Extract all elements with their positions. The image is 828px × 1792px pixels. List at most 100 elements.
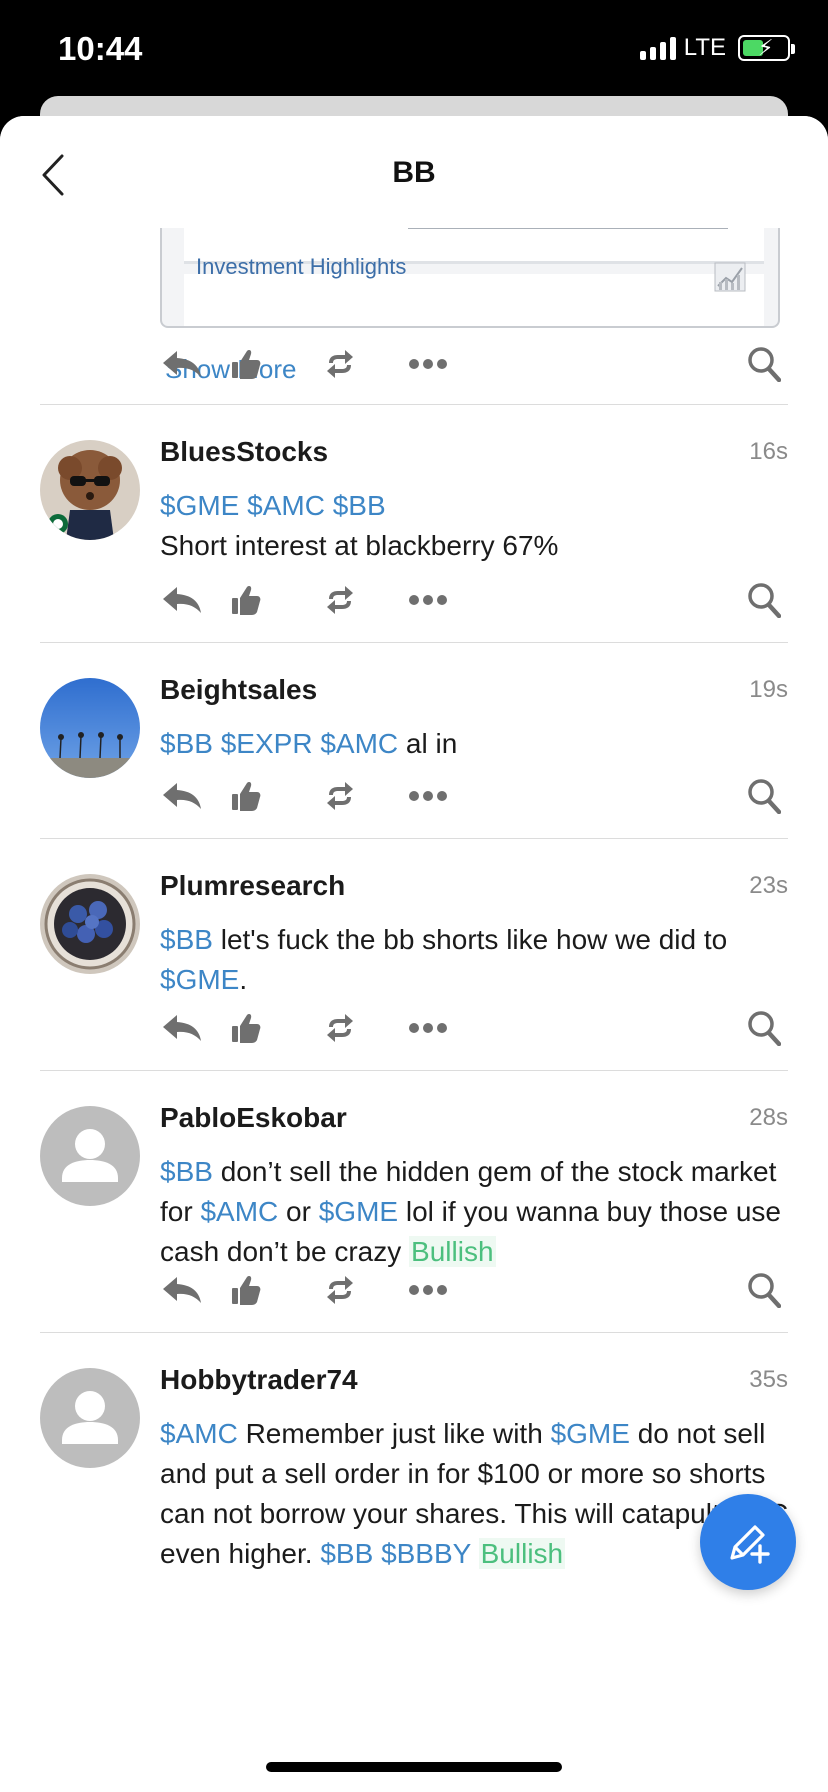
- reshare-icon: [327, 782, 353, 810]
- ticker-stream-sheet: BB Investment Highlights Show More Blues…: [0, 116, 828, 1792]
- message-text: [213, 728, 221, 759]
- message-text: let's fuck the bb shorts like how we did…: [212, 924, 728, 955]
- feed-divider: [40, 1332, 788, 1333]
- like-button[interactable]: [224, 342, 268, 386]
- avatar-dog-sunglasses[interactable]: [40, 440, 140, 540]
- message-body: $AMC Remember just like with $GME do not…: [160, 1414, 790, 1574]
- message-action-bar: [160, 342, 788, 386]
- reshare-icon: [327, 1276, 353, 1304]
- ticker-link[interactable]: $GME: [551, 1418, 630, 1449]
- ticker-link[interactable]: $GME: [160, 964, 239, 995]
- message-text: Short interest at blackberry 67%: [160, 530, 559, 561]
- avatar-default-person[interactable]: [40, 1106, 140, 1206]
- more-button[interactable]: [406, 578, 450, 622]
- avatar-plums-bowl[interactable]: [40, 874, 140, 974]
- nav-bar: BB: [0, 116, 828, 228]
- like-icon: [232, 350, 261, 379]
- search-button[interactable]: [742, 1268, 786, 1312]
- status-time: 10:44: [58, 30, 143, 67]
- ticker-link[interactable]: $BB: [160, 924, 213, 955]
- message-body: $BB let's fuck the bb shorts like how we…: [160, 920, 790, 1000]
- username[interactable]: Hobbytrader74: [160, 1364, 358, 1396]
- username[interactable]: Beightsales: [160, 674, 317, 706]
- message-body: $BB $EXPR $AMC al in: [160, 724, 790, 764]
- reply-button[interactable]: [160, 578, 204, 622]
- message-text: [325, 490, 333, 521]
- search-icon: [748, 1011, 781, 1046]
- reshare-icon: [327, 1014, 353, 1042]
- search-button[interactable]: [742, 578, 786, 622]
- reply-icon: [163, 1015, 201, 1041]
- ticker-link[interactable]: $AMC: [320, 728, 398, 759]
- compose-button[interactable]: [700, 1494, 796, 1590]
- reply-icon: [163, 587, 201, 613]
- compose-icon: [730, 1525, 770, 1564]
- ticker-link[interactable]: $AMC: [200, 1196, 278, 1227]
- message-text: .: [239, 964, 248, 995]
- chart-icon: [714, 262, 746, 292]
- ticker-link[interactable]: $EXPR: [221, 728, 313, 759]
- ticker-link[interactable]: $BBBY: [381, 1538, 471, 1569]
- more-button[interactable]: [406, 774, 450, 818]
- like-icon: [232, 782, 261, 811]
- search-icon: [748, 1273, 781, 1308]
- status-bar: 10:44 LTE ⚡: [0, 0, 828, 110]
- ticker-link[interactable]: $BB: [160, 1156, 213, 1187]
- ticker-link[interactable]: $BB: [320, 1538, 373, 1569]
- search-button[interactable]: [742, 774, 786, 818]
- avatar-default-person[interactable]: [40, 1368, 140, 1468]
- reshare-button[interactable]: [318, 342, 362, 386]
- username[interactable]: BluesStocks: [160, 436, 328, 468]
- home-indicator: [266, 1762, 562, 1772]
- feed-divider: [40, 404, 788, 405]
- feed-divider: [40, 642, 788, 643]
- reply-icon: [163, 1277, 201, 1303]
- message-item: Plumresearch 23s $BB let's fuck the bb sho…: [0, 840, 828, 1100]
- sentiment-badge-bullish: Bullish: [409, 1236, 496, 1267]
- reply-button[interactable]: [160, 342, 204, 386]
- ticker-link[interactable]: $BB: [160, 728, 213, 759]
- like-button[interactable]: [224, 578, 268, 622]
- reply-button[interactable]: [160, 774, 204, 818]
- search-icon: [748, 347, 781, 382]
- more-button[interactable]: [406, 1006, 450, 1050]
- username[interactable]: Plumresearch: [160, 870, 345, 902]
- like-button[interactable]: [224, 1006, 268, 1050]
- embed-heading: Investment Highlights: [196, 254, 407, 279]
- search-button[interactable]: [742, 1006, 786, 1050]
- more-button[interactable]: [406, 1268, 450, 1312]
- ticker-link[interactable]: $GME: [319, 1196, 398, 1227]
- like-button[interactable]: [224, 1268, 268, 1312]
- more-icon: [409, 1285, 447, 1295]
- reply-button[interactable]: [160, 1006, 204, 1050]
- more-icon: [409, 359, 447, 369]
- ticker-link[interactable]: $AMC: [247, 490, 325, 521]
- reshare-button[interactable]: [318, 1006, 362, 1050]
- search-button[interactable]: [742, 342, 786, 386]
- ticker-link[interactable]: $GME: [160, 490, 239, 521]
- ticker-link[interactable]: $AMC: [160, 1418, 238, 1449]
- like-icon: [232, 586, 261, 615]
- more-icon: [409, 791, 447, 801]
- reply-button[interactable]: [160, 1268, 204, 1312]
- more-button[interactable]: [406, 342, 450, 386]
- timestamp: 35s: [749, 1366, 788, 1393]
- message-action-bar: [160, 1006, 788, 1050]
- feed-divider: [40, 838, 788, 839]
- username[interactable]: PabloEskobar: [160, 1102, 347, 1134]
- avatar-sky-palms[interactable]: [40, 678, 140, 778]
- ticker-link[interactable]: $BB: [333, 490, 386, 521]
- timestamp: 16s: [749, 438, 788, 465]
- search-icon: [748, 583, 781, 618]
- reshare-icon: [327, 350, 353, 378]
- reshare-button[interactable]: [318, 774, 362, 818]
- message-item: BluesStocks 16s $GME $AMC $BB Short interes…: [0, 406, 828, 666]
- network-label: LTE: [683, 34, 726, 61]
- reshare-button[interactable]: [318, 1268, 362, 1312]
- reshare-button[interactable]: [318, 578, 362, 622]
- message-text: or: [278, 1196, 319, 1227]
- message-text: Remember just like with: [237, 1418, 551, 1449]
- reply-icon: [163, 351, 201, 377]
- message-text: [373, 1538, 381, 1569]
- like-button[interactable]: [224, 774, 268, 818]
